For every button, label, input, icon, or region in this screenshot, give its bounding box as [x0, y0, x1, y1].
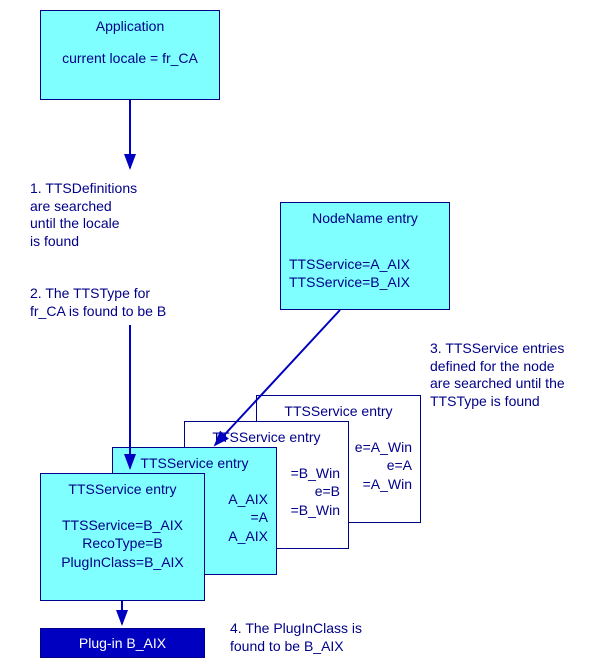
ttsservice-1-line-2: PlugInClass=B_AIX: [49, 553, 196, 571]
ttsservice-4-title: TTSService entry: [265, 402, 412, 420]
ttsservice-1-title: TTSService entry: [49, 480, 196, 498]
nodename-title: NodeName entry: [289, 209, 441, 227]
nodename-box: NodeName entry TTSService=A_AIX TTSServi…: [280, 202, 450, 310]
step2-label: 2. The TTSType for fr_CA is found to be …: [30, 285, 166, 320]
ttsservice-2-title: TTSService entry: [121, 454, 268, 472]
application-locale: current locale = fr_CA: [49, 49, 211, 67]
nodename-line-1: TTSService=B_AIX: [289, 273, 441, 291]
application-box: Application current locale = fr_CA: [40, 10, 220, 100]
step4-label: 4. The PlugInClass is found to be B_AIX: [230, 620, 362, 655]
application-title: Application: [49, 17, 211, 35]
nodename-line-0: TTSService=A_AIX: [289, 255, 441, 273]
step1-label: 1. TTSDefinitions are searched until the…: [30, 180, 137, 250]
plugin-box: Plug-in B_AIX: [40, 628, 205, 658]
plugin-label: Plug-in B_AIX: [79, 634, 166, 652]
ttsservice-1-line-0: TTSService=B_AIX: [49, 516, 196, 534]
ttsservice-entry-1: TTSService entry TTSService=B_AIX RecoTy…: [40, 473, 205, 601]
ttsservice-3-title: TTSService entry: [193, 428, 340, 446]
step3-label: 3. TTSService entries defined for the no…: [430, 340, 565, 410]
ttsservice-1-line-1: RecoType=B: [49, 534, 196, 552]
